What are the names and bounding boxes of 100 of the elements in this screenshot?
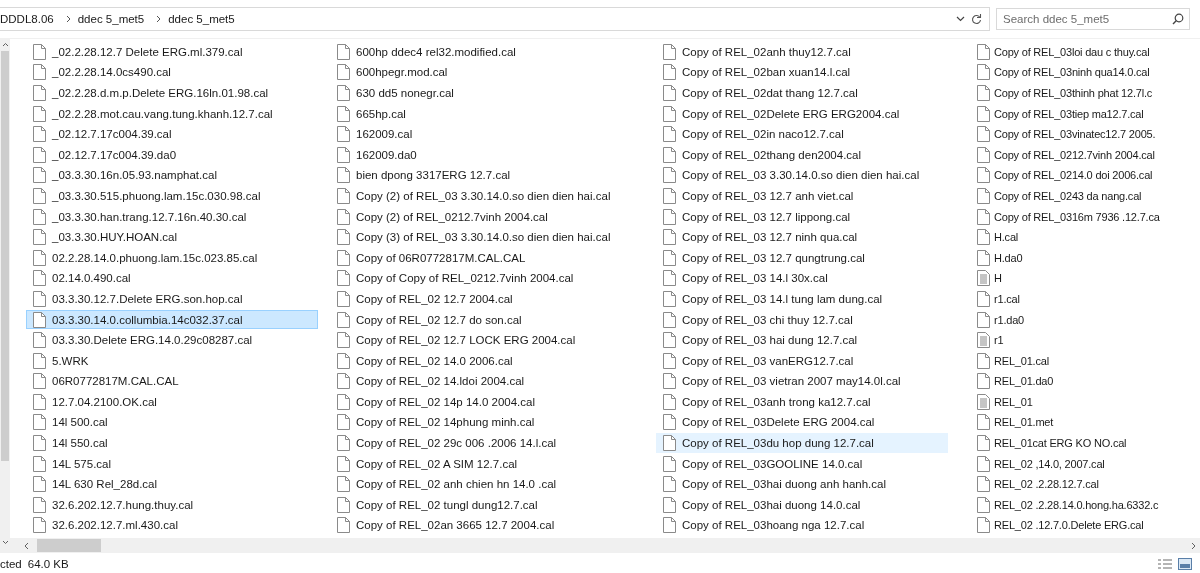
- file-item[interactable]: Copy of REL_02 12.7 do son.cal: [330, 309, 622, 330]
- file-item[interactable]: bien dpong 3317ERG 12.7.cal: [330, 165, 622, 186]
- file-item[interactable]: 32.6.202.12.7.hung.thuy.cal: [26, 495, 318, 515]
- file-item[interactable]: Copy of REL_02an 3665 12.7 2004.cal: [330, 515, 622, 536]
- breadcrumb[interactable]: DDDL8.06: [0, 13, 60, 25]
- file-item[interactable]: REL_01.cal: [974, 350, 1050, 371]
- file-item[interactable]: Copy of REL_02 anh chien hn 14.0 .cal: [330, 474, 622, 495]
- file-item[interactable]: 12.7.04.2100.OK.cal: [26, 392, 318, 412]
- file-item[interactable]: 630 dd5 nonegr.cal: [330, 83, 622, 103]
- file-item[interactable]: Copy of REL_03 12.7 anh viet.cal: [656, 186, 948, 206]
- file-item[interactable]: Copy of REL_03 3.30.14.0.so dien dien hai.cal: [656, 165, 948, 186]
- file-item[interactable]: Copy of REL_02thang den2004.cal: [656, 144, 948, 165]
- file-item[interactable]: 5.WRK: [26, 350, 318, 371]
- file-item[interactable]: Copy of REL_02in naco12.7.cal: [656, 124, 948, 144]
- vertical-scrollbar[interactable]: [0, 39, 10, 553]
- file-item[interactable]: 03.3.30.12.7.Delete ERG.son.hop.cal: [26, 289, 318, 309]
- file-item[interactable]: Copy of REL_03Delete ERG 2004.cal: [656, 412, 948, 433]
- address-bar[interactable]: DDDL8.06 ddec 5_met5 ddec 5_met5: [0, 7, 990, 31]
- file-item[interactable]: Copy of REL_03hai duong anh hanh.cal: [656, 474, 948, 495]
- file-item[interactable]: REL_01: [974, 392, 1034, 412]
- file-item[interactable]: _02.2.28.mot.cau.vang.tung.khanh.12.7.cal: [26, 103, 318, 124]
- search-icon[interactable]: [1172, 13, 1184, 25]
- file-item[interactable]: REL_02 .2.28.12.7.cal: [974, 474, 1100, 495]
- large-icons-view-icon[interactable]: [1178, 557, 1192, 570]
- file-item[interactable]: Copy of REL_03 vanERG12.7.cal: [656, 350, 948, 371]
- file-item[interactable]: REL_02 .2.28.14.0.hong.ha.6332.c: [974, 495, 1160, 515]
- file-item[interactable]: Copy (2) of REL_0212.7vinh 2004.cal: [330, 206, 622, 227]
- file-item[interactable]: Copy of REL_03du hop dung 12.7.cal: [656, 433, 948, 453]
- scrollbar-thumb[interactable]: [37, 539, 101, 552]
- file-item[interactable]: 02.14.0.490.cal: [26, 268, 318, 289]
- file-item[interactable]: Copy of REL_03hoang nga 12.7.cal: [656, 515, 948, 536]
- scroll-right-icon[interactable]: [1191, 541, 1196, 550]
- file-item[interactable]: Copy of REL_03 chi thuy 12.7.cal: [656, 309, 948, 330]
- file-item[interactable]: Copy of REL_03anh trong ka12.7.cal: [656, 392, 948, 412]
- file-item[interactable]: Copy of REL_03 12.7 ninh qua.cal: [656, 227, 948, 247]
- file-item[interactable]: Copy of REL_02 14p 14.0 2004.cal: [330, 392, 622, 412]
- refresh-icon[interactable]: [971, 13, 982, 25]
- file-item[interactable]: _03.3.30.515.phuong.lam.15c.030.98.cal: [26, 186, 318, 206]
- file-item[interactable]: 06R0772817M.CAL.CAL: [26, 371, 318, 392]
- file-item[interactable]: _03.3.30.han.trang.12.7.16n.40.30.cal: [26, 206, 318, 227]
- file-item[interactable]: Copy of REL_03 14.l 30x.cal: [656, 268, 948, 289]
- file-item[interactable]: REL_01.da0: [974, 371, 1055, 392]
- file-item[interactable]: 14L 630 Rel_28d.cal: [26, 474, 318, 495]
- file-item[interactable]: _02.12.7.17c004.39.cal: [26, 124, 318, 144]
- file-item[interactable]: Copy of REL_02 29c 006 .2006 14.l.cal: [330, 433, 622, 453]
- file-item[interactable]: Copy of REL_02ban xuan14.l.cal: [656, 62, 948, 83]
- file-item[interactable]: Copy of REL_03 vietran 2007 may14.0l.cal: [656, 371, 948, 392]
- file-item[interactable]: Copy of REL_03loi dau c thuy.cal: [974, 42, 1151, 62]
- file-item[interactable]: Copy of REL_02Delete ERG ERG2004.cal: [656, 103, 948, 124]
- file-item[interactable]: 665hp.cal: [330, 103, 622, 124]
- file-item[interactable]: r1: [974, 330, 1005, 350]
- file-item[interactable]: Copy of REL_02anh thuy12.7.cal: [656, 42, 948, 62]
- file-item[interactable]: _03.3.30.16n.05.93.namphat.cal: [26, 165, 318, 186]
- breadcrumb[interactable]: ddec 5_met5: [167, 13, 241, 25]
- file-item[interactable]: _03.3.30.HUY.HOAN.cal: [26, 227, 318, 247]
- file-item[interactable]: 14L 575.cal: [26, 453, 318, 474]
- file-item[interactable]: 600hp ddec4 rel32.modified.cal: [330, 42, 622, 62]
- file-item[interactable]: Copy of REL_03hai duong 14.0.cal: [656, 495, 948, 515]
- file-item[interactable]: REL_02 ,14.0, 2007.cal: [974, 453, 1106, 474]
- file-item[interactable]: Copy of REL_02 12.7 2004.cal: [330, 289, 622, 309]
- file-item[interactable]: Copy of REL_0214.0 doi 2006.cal: [974, 165, 1154, 186]
- file-item[interactable]: Copy of REL_02dat thang 12.7.cal: [656, 83, 948, 103]
- file-item[interactable]: Copy of REL_02 A SIM 12.7.cal: [330, 453, 622, 474]
- file-item[interactable]: REL_02 .12.7.0.Delete ERG.cal: [974, 515, 1145, 536]
- file-item[interactable]: Copy of REL_02 14.ldoi 2004.cal: [330, 371, 622, 392]
- file-item[interactable]: Copy of REL_02 14phung minh.cal: [330, 412, 622, 433]
- file-item[interactable]: Copy of REL_0316m 7936 .12.7.ca: [974, 206, 1161, 227]
- file-item[interactable]: _02.12.7.17c004.39.da0: [26, 144, 318, 165]
- file-item[interactable]: 14l 550.cal: [26, 433, 318, 453]
- horizontal-scrollbar[interactable]: [10, 538, 1200, 553]
- file-item[interactable]: Copy (2) of REL_03 3.30.14.0.so dien dien hai.cal: [330, 186, 622, 206]
- breadcrumb[interactable]: ddec 5_met5: [76, 13, 151, 25]
- file-item[interactable]: H.da0: [974, 247, 1024, 268]
- scroll-up-icon[interactable]: [1, 42, 9, 47]
- file-item[interactable]: 32.6.202.12.7.ml.430.cal: [26, 515, 318, 536]
- file-item[interactable]: _02.2.28.12.7 Delete ERG.ml.379.cal: [26, 42, 318, 62]
- file-item[interactable]: 162009.da0: [330, 144, 622, 165]
- file-item[interactable]: Copy of REL_03GOOLINE 14.0.cal: [656, 453, 948, 474]
- file-item[interactable]: Copy of REL_03 12.7 lippong.cal: [656, 206, 948, 227]
- file-item[interactable]: r1.da0: [974, 309, 1025, 330]
- scroll-left-icon[interactable]: [24, 541, 29, 550]
- file-item[interactable]: _02.2.28.14.0cs490.cal: [26, 62, 318, 83]
- file-item[interactable]: REL_01cat ERG KO NO.cal: [974, 433, 1128, 453]
- file-item[interactable]: Copy of REL_02 tungl dung12.7.cal: [330, 495, 622, 515]
- file-item[interactable]: 600hpegr.mod.cal: [330, 62, 622, 83]
- dropdown-icon[interactable]: [956, 16, 965, 22]
- file-item[interactable]: 03.3.30.14.0.collumbia.14c032.37.cal: [26, 309, 318, 330]
- file-item[interactable]: Copy of REL_03thinh phat 12.7l.c: [974, 83, 1154, 103]
- file-item[interactable]: Copy of REL_0212.7vinh 2004.cal: [974, 144, 1156, 165]
- file-item[interactable]: Copy of REL_03tiep ma12.7.cal: [974, 103, 1145, 124]
- file-item[interactable]: Copy of REL_02 12.7 LOCK ERG 2004.cal: [330, 330, 622, 350]
- file-item[interactable]: Copy of REL_03ninh qua14.0.cal: [974, 62, 1151, 83]
- file-item[interactable]: H.cal: [974, 227, 1020, 247]
- file-item[interactable]: 14l 500.cal: [26, 412, 318, 433]
- search-field[interactable]: Search ddec 5_met5: [996, 8, 1190, 30]
- scrollbar-thumb[interactable]: [1, 51, 9, 461]
- file-item[interactable]: Copy of 06R0772817M.CAL.CAL: [330, 247, 622, 268]
- file-item[interactable]: Copy of REL_02 14.0 2006.cal: [330, 350, 622, 371]
- file-item[interactable]: _02.2.28.d.m.p.Delete ERG.16ln.01.98.cal: [26, 83, 318, 103]
- file-item[interactable]: Copy of REL_03 14.l tung lam dung.cal: [656, 289, 948, 309]
